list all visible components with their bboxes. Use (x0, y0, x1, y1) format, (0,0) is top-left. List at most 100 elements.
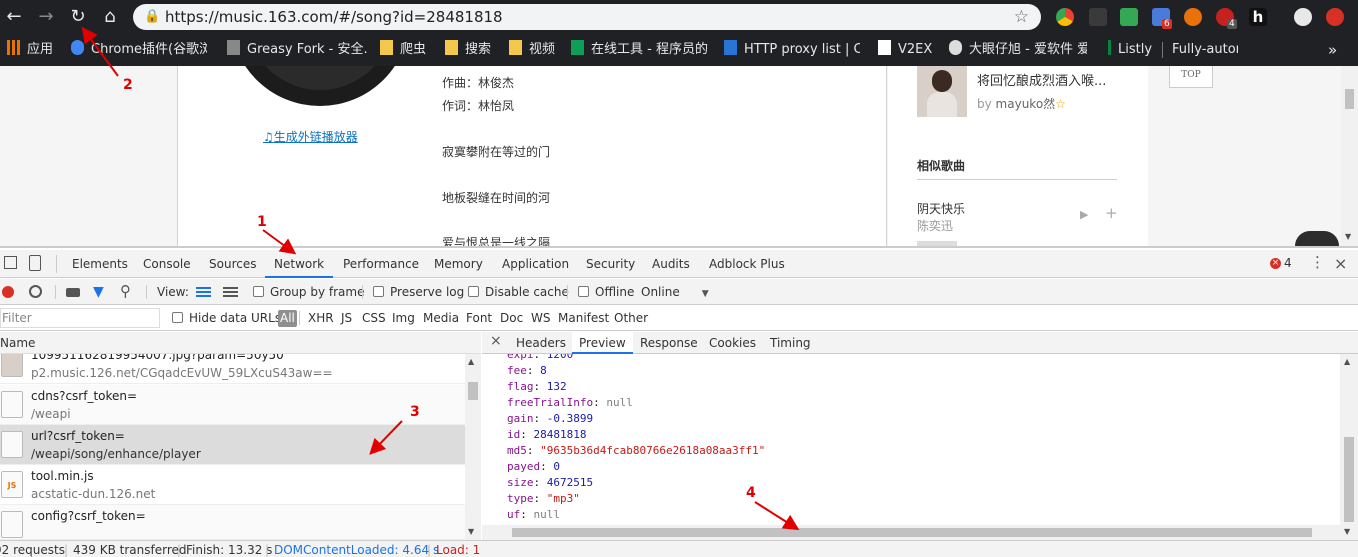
disable-cache-checkbox[interactable]: Disable cache (468, 279, 569, 305)
filter-type-media[interactable]: Media (423, 305, 459, 331)
tab-cookies[interactable]: Cookies (709, 332, 756, 354)
download-extension-icon[interactable] (1120, 8, 1138, 26)
tab-adblock-plus[interactable]: Adblock Plus (709, 250, 785, 278)
scrollbar-thumb[interactable] (1344, 437, 1354, 522)
more-bookmarks-button[interactable]: » (1328, 34, 1342, 66)
extension-icon[interactable] (1089, 8, 1107, 26)
reload-icon[interactable]: ↻ (67, 6, 89, 28)
back-to-top-button[interactable]: TOP (1169, 66, 1213, 88)
tab-timing[interactable]: Timing (770, 332, 811, 354)
error-icon[interactable]: × (1270, 258, 1281, 269)
filter-type-img[interactable]: Img (392, 305, 415, 331)
bookmark-item[interactable]: Greasy Fork - 安全... (227, 34, 369, 66)
tab-console[interactable]: Console (143, 250, 191, 278)
scroll-up-icon[interactable]: ▲ (468, 357, 474, 366)
filter-icon[interactable]: ▼ (93, 284, 104, 300)
bookmark-item[interactable]: 大眼仔旭 - 爱软件 爱 (949, 34, 1087, 66)
clear-icon[interactable] (29, 285, 42, 298)
tab-network[interactable]: Network (265, 250, 334, 278)
preview-scrollbar[interactable]: ▲ ▼ (1340, 354, 1358, 540)
throttling-select[interactable]: Online ▼ (641, 279, 709, 305)
tab-sources[interactable]: Sources (209, 250, 256, 278)
group-by-frame-checkbox[interactable]: Group by frame (253, 279, 364, 305)
bookmark-item[interactable]: 在线工具 - 程序员的 (571, 34, 717, 66)
page-scrollbar-thumb[interactable] (1345, 89, 1354, 109)
filter-type-other[interactable]: Other (614, 305, 648, 331)
search-icon[interactable]: ⚲ (120, 282, 131, 300)
update-icon[interactable] (1326, 8, 1344, 26)
bookmark-item[interactable]: Listly (1108, 34, 1158, 66)
back-icon[interactable]: ← (3, 6, 25, 28)
table-row-selected[interactable]: url?csrf_token= /weapi/song/enhance/play… (0, 425, 465, 465)
similar-song-artist[interactable]: 陈奕迅 (917, 217, 953, 234)
similar-song-title[interactable]: 阴天快乐 (917, 200, 965, 217)
filter-type-ws[interactable]: WS (531, 305, 550, 331)
waterfall-view-icon[interactable] (223, 287, 238, 297)
request-list-scrollbar[interactable]: ▲ ▼ (465, 354, 481, 540)
scroll-up-icon[interactable]: ▲ (1344, 357, 1350, 366)
home-icon[interactable]: ⌂ (99, 6, 121, 28)
table-row[interactable]: config?csrf_token= (0, 505, 465, 540)
filter-type-manifest[interactable]: Manifest (558, 305, 609, 331)
player-lock-tab[interactable] (1295, 231, 1339, 246)
scroll-down-icon[interactable]: ▼ (1345, 232, 1351, 241)
list-view-icon[interactable] (196, 287, 211, 297)
error-count[interactable]: 4 (1284, 256, 1292, 270)
table-row[interactable]: 109951162819954007.jpg?param=50y50 p2.mu… (0, 354, 465, 384)
tab-performance[interactable]: Performance (343, 250, 419, 278)
filter-type-xhr[interactable]: XHR (308, 305, 334, 331)
filter-type-font[interactable]: Font (466, 305, 492, 331)
bookmark-item[interactable]: HTTP proxy list | Co (724, 34, 860, 66)
external-player-link[interactable]: ♫生成外链播放器 (263, 128, 358, 145)
offline-checkbox[interactable]: Offline (578, 279, 634, 305)
tab-response[interactable]: Response (640, 332, 698, 354)
infinity-extension-icon[interactable] (1184, 8, 1202, 26)
table-row[interactable]: cdns?csrf_token= /weapi (0, 385, 465, 425)
record-icon[interactable] (2, 286, 14, 298)
chrome-extension-icon[interactable] (1056, 8, 1074, 26)
inspect-element-icon[interactable] (4, 256, 17, 269)
tab-security[interactable]: Security (586, 250, 635, 278)
kebab-menu-icon[interactable]: ⋮ (1310, 253, 1325, 271)
tab-elements[interactable]: Elements (72, 250, 128, 278)
playlist-author[interactable]: mayuko然 (996, 97, 1056, 111)
bookmark-apps[interactable]: 应用 (7, 34, 57, 66)
address-bar[interactable]: 🔒 https://music.163.com/#/song?id=284818… (133, 4, 1041, 30)
bookmark-folder[interactable]: 爬虫 (380, 34, 438, 66)
scroll-down-icon[interactable]: ▼ (1344, 527, 1350, 536)
hide-data-urls-checkbox[interactable]: Hide data URLs (172, 305, 281, 331)
h-extension-icon[interactable]: h (1249, 8, 1267, 26)
page-scrollbar[interactable]: ▼ (1341, 66, 1358, 246)
playlist-title[interactable]: 将回忆酿成烈酒入喉... (977, 70, 1106, 89)
device-toolbar-icon[interactable] (29, 255, 41, 271)
tab-preview[interactable]: Preview (572, 332, 633, 354)
play-icon[interactable]: ▶ (1080, 208, 1088, 221)
bookmark-item[interactable]: Chrome插件(谷歌浏 (71, 34, 207, 66)
hscrollbar-thumb[interactable] (512, 528, 1312, 537)
bookmark-item[interactable]: V2EX (878, 34, 936, 66)
close-icon[interactable]: × (490, 333, 502, 349)
bookmark-item[interactable]: Fully-autom (1172, 34, 1238, 66)
table-row[interactable]: JS tool.min.js acstatic-dun.126.net (0, 465, 465, 505)
filter-type-css[interactable]: CSS (362, 305, 386, 331)
profile-avatar-icon[interactable] (1294, 8, 1312, 26)
screenshot-icon[interactable] (66, 288, 80, 297)
bookmark-folder[interactable]: 视频 (509, 34, 567, 66)
name-column-header[interactable]: Name (0, 332, 481, 354)
playlist-thumbnail[interactable] (917, 66, 967, 117)
tab-audits[interactable]: Audits (652, 250, 690, 278)
scroll-down-icon[interactable]: ▼ (468, 527, 474, 536)
filter-type-js[interactable]: JS (341, 305, 352, 331)
tab-application[interactable]: Application (502, 250, 569, 278)
tab-memory[interactable]: Memory (434, 250, 483, 278)
filter-type-all[interactable]: All (278, 310, 297, 327)
forward-icon[interactable]: → (35, 6, 57, 28)
close-devtools-icon[interactable]: × (1334, 254, 1347, 273)
preserve-log-checkbox[interactable]: Preserve log (373, 279, 464, 305)
tab-headers[interactable]: Headers (516, 332, 566, 354)
filter-type-doc[interactable]: Doc (500, 305, 523, 331)
scrollbar-thumb[interactable] (468, 382, 478, 400)
bookmark-folder[interactable]: 搜索 (445, 34, 503, 66)
preview-hscrollbar[interactable] (482, 525, 1340, 540)
filter-input[interactable]: Filter (0, 308, 160, 328)
